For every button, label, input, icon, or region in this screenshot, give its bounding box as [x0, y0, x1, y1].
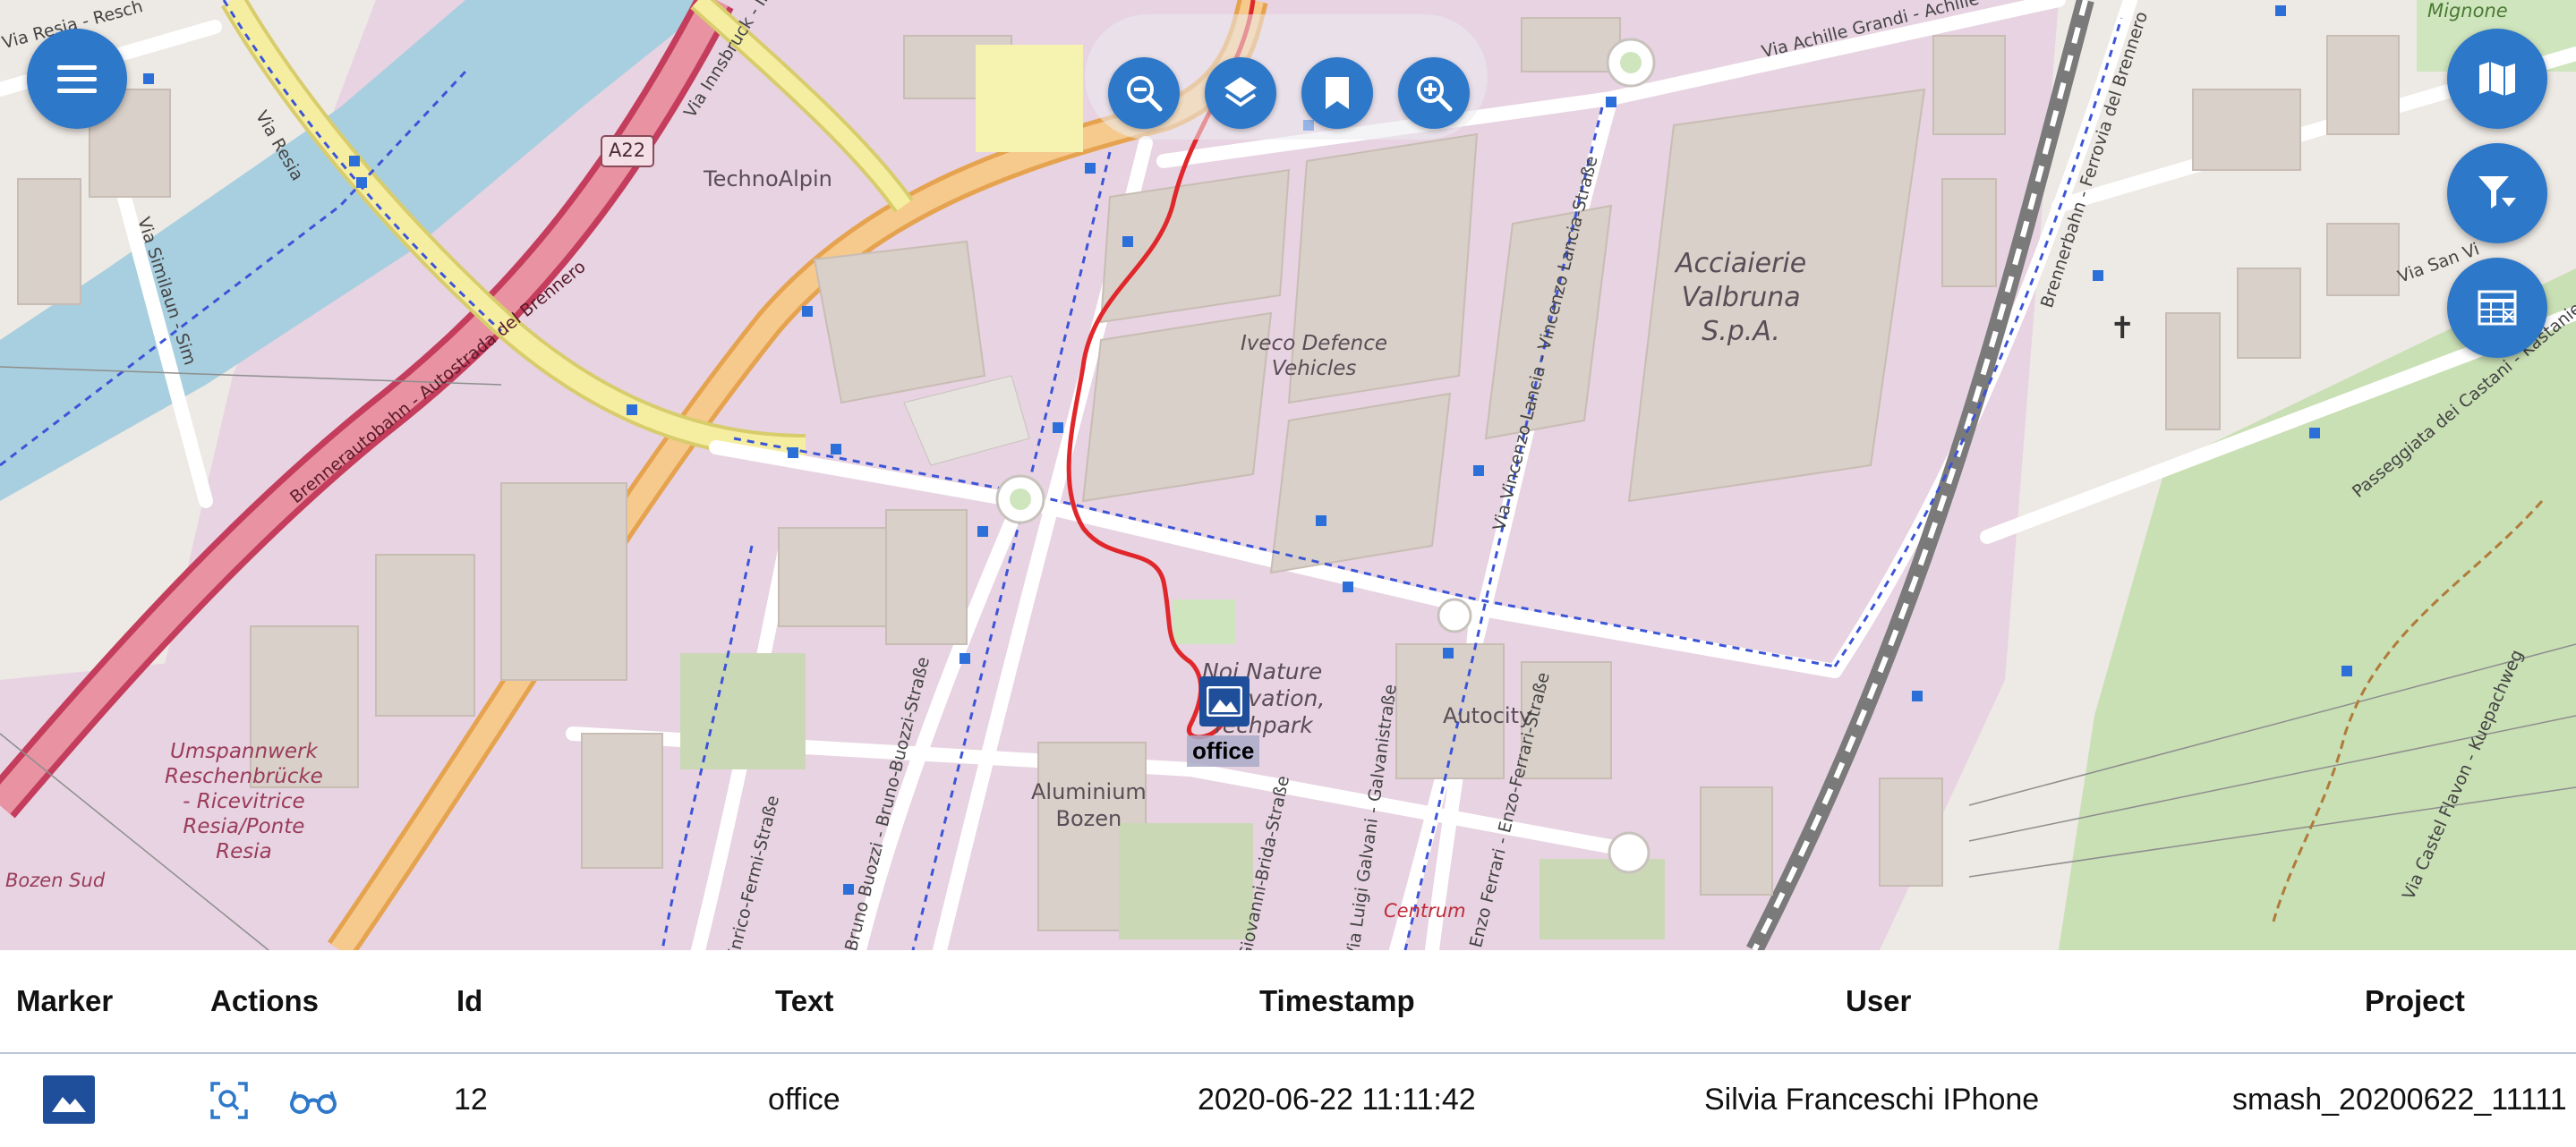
- svg-text:✝: ✝: [2110, 310, 2136, 346]
- zoom-to-icon: [210, 1082, 248, 1119]
- label-iveco: Iveco Defence Vehicles: [1241, 332, 1388, 380]
- notes-table: [0, 950, 2576, 1147]
- map-view[interactable]: ✝ TechnoAlpin Acciaierie Valbruna S.p.A.…: [0, 0, 2576, 950]
- col-header-id[interactable]: Id: [456, 984, 482, 1018]
- zoom-in-icon: [1417, 76, 1453, 112]
- zoom-in-button[interactable]: [1398, 57, 1470, 129]
- label-umspannwerk: Umspannwerk Reschenbrücke - Ricevitrice …: [165, 740, 323, 863]
- image-icon: [52, 1097, 86, 1112]
- label-centrum: Centrum: [1384, 900, 1466, 922]
- layers-button[interactable]: [1205, 57, 1276, 129]
- col-header-project[interactable]: Project: [2365, 984, 2465, 1018]
- menu-button[interactable]: [27, 29, 127, 129]
- col-header-actions[interactable]: Actions: [210, 984, 319, 1018]
- label-mignone: Mignone: [2427, 0, 2508, 21]
- map-icon: [2479, 62, 2515, 96]
- layers-icon: [1224, 77, 1257, 107]
- marker-label[interactable]: office: [1187, 735, 1260, 767]
- label-technoalpin: TechnoAlpin: [704, 166, 832, 191]
- row-marker-cell[interactable]: [43, 1075, 95, 1124]
- row-id: 12: [454, 1083, 488, 1117]
- label-aluminium: Aluminium Bozen: [1031, 779, 1147, 831]
- col-header-user[interactable]: User: [1846, 984, 1911, 1018]
- basemap-button[interactable]: [2447, 29, 2547, 129]
- col-header-timestamp[interactable]: Timestamp: [1259, 984, 1415, 1018]
- col-header-marker[interactable]: Marker: [16, 984, 113, 1018]
- image-marker[interactable]: [1199, 676, 1250, 726]
- map-tiles: ✝: [0, 0, 2576, 950]
- bookmark-icon: [1326, 77, 1349, 109]
- label-autocity: Autocity: [1443, 703, 1532, 728]
- row-timestamp: 2020-06-22 11:11:42: [1198, 1083, 1476, 1117]
- zoom-out-button[interactable]: [1108, 57, 1180, 129]
- table-icon: [2478, 290, 2517, 326]
- filter-button[interactable]: [2447, 143, 2547, 243]
- zoom-out-icon: [1127, 76, 1163, 112]
- menu-icon: [57, 65, 97, 93]
- filter-icon: [2478, 176, 2516, 208]
- row-user: Silvia Franceschi IPhone: [1704, 1083, 2040, 1117]
- row-text: office: [768, 1083, 840, 1117]
- zoom-to-button[interactable]: [209, 1081, 249, 1120]
- map-toolbar: [1085, 14, 1488, 140]
- bookmark-button[interactable]: [1301, 57, 1373, 129]
- label-acciaierie: Acciaierie Valbruna S.p.A.: [1676, 248, 1807, 347]
- header-divider: [0, 1052, 2576, 1054]
- view-icon: [290, 1091, 337, 1114]
- label-bozen-sud: Bozen Sud: [5, 870, 106, 891]
- table-button[interactable]: [2447, 258, 2547, 358]
- col-header-text[interactable]: Text: [775, 984, 833, 1018]
- road-label-a22: A22: [609, 140, 646, 161]
- row-project: smash_20200622_11111: [2232, 1083, 2567, 1117]
- image-icon: [1207, 686, 1242, 717]
- view-button[interactable]: [288, 1086, 338, 1117]
